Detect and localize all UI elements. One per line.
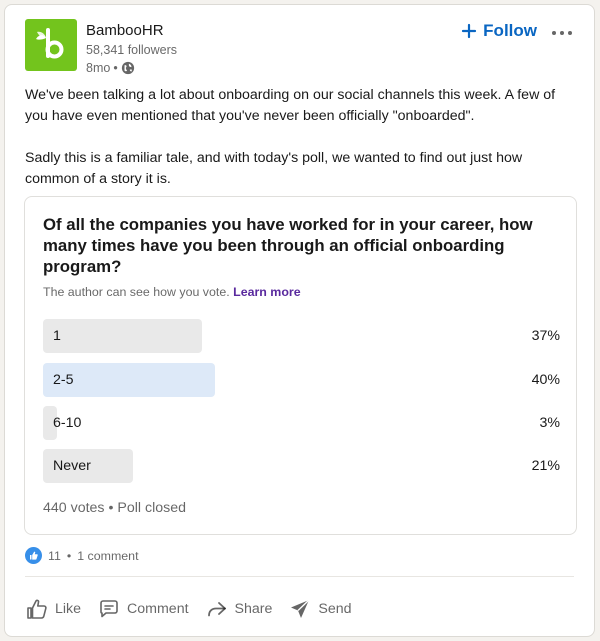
globe-icon — [121, 61, 134, 75]
poll-footer: 440 votes • Poll closed — [43, 500, 186, 516]
poll-option-percent: 3% — [539, 415, 560, 431]
poll-option: Never 21% — [43, 449, 560, 483]
share-icon — [207, 602, 226, 617]
poll-option-label: 1 — [53, 328, 61, 344]
poll-option-label: 6-10 — [53, 415, 82, 431]
post-body: We've been talking a lot about onboardin… — [25, 85, 570, 211]
poll-option-label: Never — [53, 458, 91, 474]
poll-option-bar — [43, 319, 202, 353]
comment-button[interactable]: Comment — [97, 597, 189, 621]
learn-more-link[interactable]: Learn more — [233, 285, 300, 299]
send-button[interactable]: Send — [288, 597, 352, 621]
post-card: BambooHR 58,341 followers 8mo • Follow W… — [4, 4, 595, 637]
poll-note-text: The author can see how you vote. — [43, 285, 230, 299]
send-label: Send — [318, 601, 352, 617]
post-paragraph: Sadly this is a familiar tale, and with … — [25, 150, 523, 187]
send-icon — [291, 599, 310, 618]
company-logo[interactable] — [25, 19, 77, 71]
social-separator: • — [66, 548, 72, 563]
post-paragraph: We've been talking a lot about onboardin… — [25, 87, 556, 124]
post-meta: 8mo • — [86, 59, 177, 77]
more-options-button[interactable] — [550, 21, 574, 50]
post-time: 8mo — [86, 61, 111, 75]
follow-label: Follow — [483, 21, 537, 40]
divider — [25, 576, 574, 577]
poll-option-label: 2-5 — [53, 372, 74, 388]
social-counts[interactable]: 11 • 1 comment — [25, 547, 139, 564]
like-button[interactable]: Like — [25, 597, 81, 621]
action-bar: Like Comment Share Send — [25, 591, 368, 627]
follow-button[interactable]: Follow — [461, 21, 537, 41]
post-header: BambooHR 58,341 followers 8mo • Follow — [25, 19, 578, 79]
poll-option: 6-10 3% — [43, 406, 560, 440]
poll-question: Of all the companies you have worked for… — [43, 215, 533, 276]
author-info: BambooHR 58,341 followers 8mo • — [86, 21, 177, 77]
like-label: Like — [55, 601, 82, 617]
follower-count: 58,341 followers — [86, 43, 178, 57]
bamboohr-logo — [36, 28, 64, 59]
author-name[interactable]: BambooHR — [86, 21, 177, 41]
comment-label: Comment — [127, 601, 189, 617]
poll: Of all the companies you have worked for… — [24, 196, 577, 535]
plus-icon — [462, 23, 477, 39]
poll-option-percent: 40% — [531, 372, 560, 388]
meta-separator: • — [113, 61, 118, 75]
comment-icon — [100, 600, 118, 618]
poll-option: 2-5 40% — [43, 363, 560, 397]
comment-count[interactable]: 1 comment — [77, 549, 138, 563]
poll-note: The author can see how you vote. Learn m… — [43, 285, 301, 299]
share-button[interactable]: Share — [205, 597, 273, 621]
like-icon — [27, 599, 47, 619]
reaction-count: 11 — [48, 548, 61, 563]
like-reaction-icon — [25, 547, 42, 564]
poll-option-percent: 37% — [531, 328, 560, 344]
more-icon — [552, 31, 572, 35]
share-label: Share — [234, 601, 273, 617]
poll-option-percent: 21% — [531, 458, 560, 474]
poll-option: 1 37% — [43, 319, 560, 353]
